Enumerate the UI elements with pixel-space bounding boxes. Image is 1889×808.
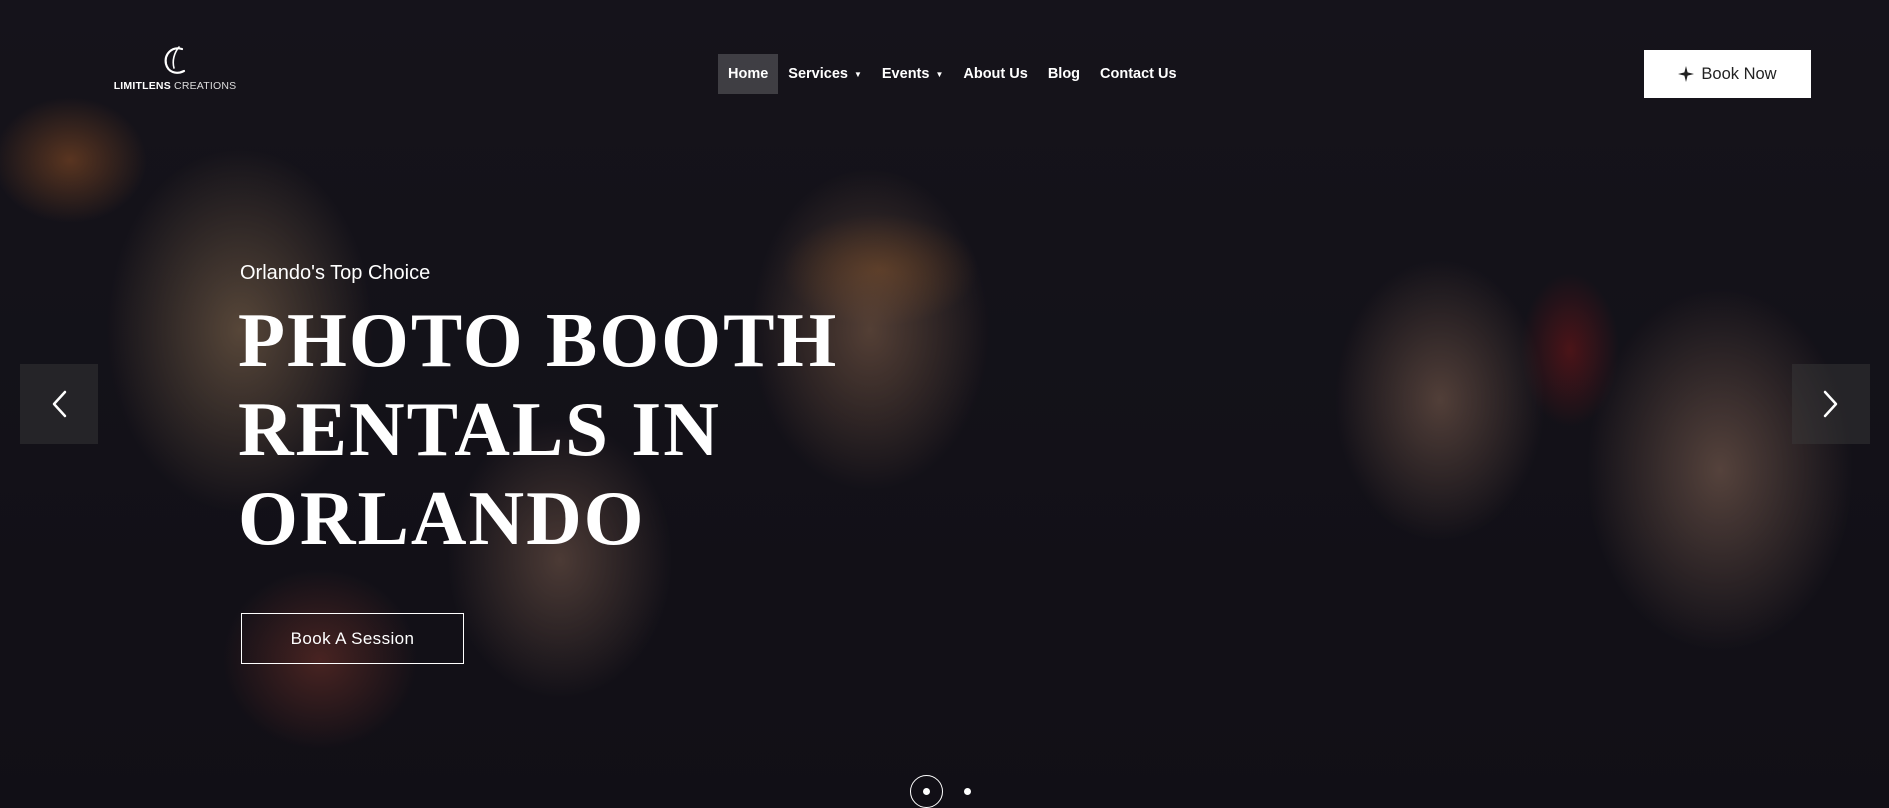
slide-dot[interactable] [964, 787, 971, 795]
nav-item-services[interactable]: Services ▼ [778, 54, 872, 94]
logo-name-light: CREATIONS [174, 80, 237, 92]
logo-wordmark: LIMITLENS CREATIONS [108, 80, 242, 92]
book-a-session-label: Book A Session [290, 628, 415, 648]
headline-line: RENTALS IN [238, 386, 721, 472]
book-now-button[interactable]: Book Now [1644, 50, 1811, 98]
caret-down-icon: ▼ [853, 69, 862, 79]
nav-item-home[interactable]: Home [718, 54, 779, 94]
slider-prev-button[interactable] [20, 364, 98, 444]
caret-down-icon: ▼ [935, 69, 944, 79]
slide-dot-active[interactable] [910, 774, 943, 808]
headline-line: PHOTO BOOTH [238, 297, 839, 383]
nav-item-label: Blog [1047, 66, 1081, 82]
slider-pagination [910, 774, 971, 808]
chevron-left-icon [52, 390, 67, 418]
nav-item-label: Home [728, 66, 769, 82]
site-logo[interactable]: LIMITLENS CREATIONS [108, 44, 242, 102]
stylized-c-monogram-icon [164, 46, 186, 74]
hero-eyebrow: Orlando's Top Choice [240, 262, 431, 284]
headline-line: ORLANDO [238, 475, 646, 561]
hero-headline: PHOTO BOOTH RENTALS IN ORLANDO [238, 296, 878, 563]
book-a-session-button[interactable]: Book A Session [241, 613, 464, 664]
nav-item-about-us[interactable]: About Us [953, 54, 1037, 94]
nav-item-label: Events [881, 66, 930, 82]
sparkle-icon [1678, 66, 1695, 82]
nav-item-contact-us[interactable]: Contact Us [1090, 54, 1187, 94]
nav-item-label: Contact Us [1100, 66, 1177, 82]
chevron-right-icon [1823, 390, 1838, 418]
slide-dot-inner [923, 787, 930, 795]
main-navigation: Home Services ▼ Events ▼ About Us Blog C… [718, 54, 1187, 94]
nav-item-events[interactable]: Events ▼ [872, 54, 953, 94]
nav-item-blog[interactable]: Blog [1038, 54, 1090, 94]
logo-name-bold: LIMITLENS [113, 80, 171, 92]
nav-item-label: Services [788, 66, 848, 82]
slider-next-button[interactable] [1792, 364, 1870, 444]
book-now-label: Book Now [1701, 64, 1777, 83]
nav-item-label: About Us [963, 66, 1028, 82]
